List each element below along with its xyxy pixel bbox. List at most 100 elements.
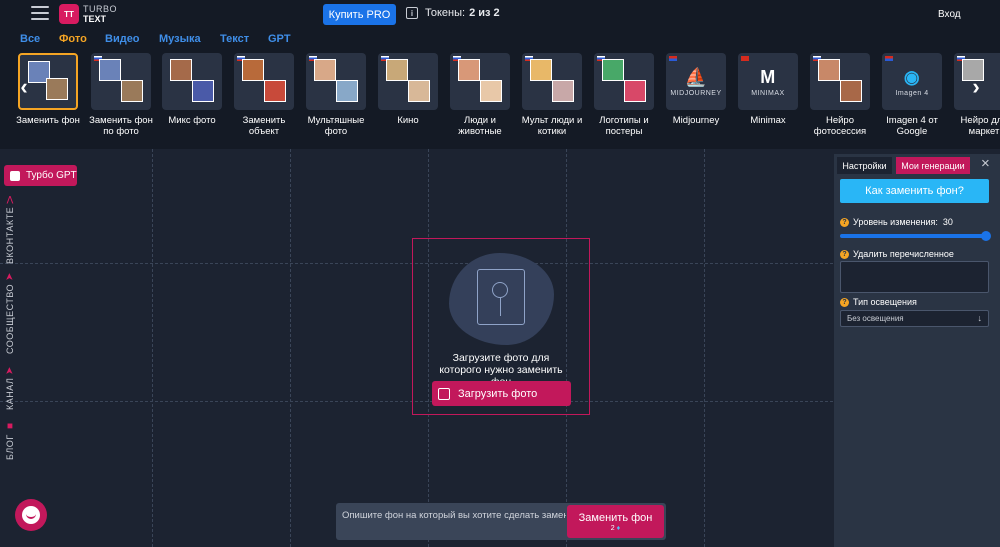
logo-text: TURBO TEXT: [83, 4, 117, 24]
top-header: TT TURBO TEXT Купить PRO i Токены: 2 из …: [0, 0, 1000, 30]
tool-thumbnail: M MINIMAX: [738, 53, 798, 110]
image-icon: [438, 387, 450, 400]
remove-items-textarea[interactable]: [840, 261, 989, 293]
community-link[interactable]: СООБЩЕСТВО ➤: [2, 272, 18, 354]
tool-neuro-photoshoot[interactable]: Нейро фотосессия: [805, 53, 875, 137]
tab-my-generations[interactable]: Мои генерации: [896, 157, 970, 174]
logo-line1: TURBO: [83, 4, 117, 14]
help-icon[interactable]: ?: [840, 297, 849, 307]
tool-label: Imagen 4 от Google: [886, 115, 938, 137]
tool-cinema[interactable]: Кино: [373, 53, 443, 126]
tool-cartoon-people-cats[interactable]: Мульт люди и котики: [517, 53, 587, 137]
telegram-icon: ➤: [4, 272, 16, 281]
tool-thumbnail: [378, 53, 438, 110]
tool-thumbnail: [810, 53, 870, 110]
help-icon[interactable]: ?: [840, 249, 849, 259]
tool-thumbnail: [594, 53, 654, 110]
buy-pro-button[interactable]: Купить PRO: [323, 4, 396, 25]
logo[interactable]: TT TURBO TEXT: [59, 4, 117, 24]
tool-mix-photo[interactable]: Микс фото: [157, 53, 227, 126]
background-prompt-input[interactable]: [336, 503, 566, 540]
grid-line: [290, 149, 291, 547]
tool-label: Мульт люди и котики: [521, 115, 583, 137]
tool-label: Кино: [397, 115, 419, 126]
how-to-replace-button[interactable]: Как заменить фон?: [840, 179, 989, 203]
tool-label: Minimax: [750, 115, 786, 126]
settings-panel: Настройки Мои генерации × Как заменить ф…: [834, 154, 1000, 547]
change-level-value: 30: [942, 217, 953, 227]
menu-icon[interactable]: [31, 6, 49, 22]
tokens-counter: i Токены: 2 из 2: [406, 7, 500, 19]
blog-label: БЛОГ: [5, 434, 15, 460]
tool-thumbnail: ◉ Imagen 4: [882, 53, 942, 110]
image-upload-icon: [477, 269, 525, 325]
lighting-label: ? Тип освещения: [840, 297, 917, 307]
tokens-value: 2 из 2: [469, 7, 500, 19]
tool-thumbnail: [306, 53, 366, 110]
logo-mark: TT: [59, 4, 79, 24]
info-icon[interactable]: i: [406, 7, 418, 19]
tool-people-animals[interactable]: Люди и животные: [445, 53, 515, 137]
tool-thumbnail: [450, 53, 510, 110]
tab-gpt[interactable]: GPT: [268, 33, 291, 45]
vk-link[interactable]: ВКОНТАКТЕ ᐯ: [2, 192, 18, 264]
change-level-slider[interactable]: [840, 231, 991, 241]
tool-thumbnail: [234, 53, 294, 110]
remove-text: Удалить перечисленное: [853, 249, 954, 259]
turbo-gpt-button[interactable]: Турбо GPT: [4, 165, 77, 186]
tab-music[interactable]: Музыка: [159, 33, 201, 45]
replace-button-label: Заменить фон: [578, 512, 653, 524]
turbo-gpt-label: Турбо GPT: [26, 170, 77, 181]
tool-midjourney[interactable]: ⛵ MIDJOURNEY Midjourney: [661, 53, 731, 126]
cost-badge: 2 ♦: [567, 525, 664, 532]
logo-line2: TEXT: [83, 14, 107, 24]
upload-photo-button[interactable]: Загрузить фото: [432, 381, 571, 406]
tool-logos-posters[interactable]: Логотипы и постеры: [589, 53, 659, 137]
category-tabs: Все Фото Видео Музыка Текст GPT: [0, 30, 1000, 50]
tab-photo[interactable]: Фото: [59, 33, 87, 45]
tab-video[interactable]: Видео: [105, 33, 140, 45]
grid-line: [152, 149, 153, 547]
tool-replace-bg-by-photo[interactable]: Заменить фон по фото: [86, 53, 156, 137]
brand-logo: M MINIMAX: [751, 67, 785, 97]
tab-text[interactable]: Текст: [220, 33, 249, 45]
tool-label: Заменить фон по фото: [89, 115, 153, 137]
tool-label: Заменить объект: [242, 115, 286, 137]
blog-icon: ■: [4, 419, 16, 432]
cost-value: 2: [610, 525, 615, 532]
tool-label: Логотипы и постеры: [599, 115, 649, 137]
lighting-select[interactable]: Без освещения ↓: [840, 310, 989, 327]
tool-label: Заменить фон: [16, 115, 80, 126]
brand-logo: ⛵ MIDJOURNEY: [670, 67, 722, 97]
grid-line: [704, 149, 705, 547]
tool-cartoon-photo[interactable]: Мультяшные фото: [301, 53, 371, 137]
upload-dropzone[interactable]: Загрузите фото для которого нужно замени…: [412, 238, 590, 415]
tool-thumbnail: [162, 53, 222, 110]
tool-minimax[interactable]: M MINIMAX Minimax: [733, 53, 803, 126]
tool-label: Микс фото: [168, 115, 216, 126]
brand-logo: ◉ Imagen 4: [895, 67, 929, 97]
change-level-label: ? Уровень изменения: 30: [840, 217, 953, 227]
tool-label: Нейро для маркет: [960, 115, 1000, 137]
chat-icon: [22, 506, 40, 524]
robot-icon: [10, 170, 20, 181]
tab-settings[interactable]: Настройки: [837, 157, 892, 174]
tool-thumbnail: [91, 53, 151, 110]
tool-imagen4[interactable]: ◉ Imagen 4 Imagen 4 от Google: [877, 53, 947, 137]
vk-icon: ᐯ: [4, 192, 16, 204]
vk-label: ВКОНТАКТЕ: [5, 206, 15, 264]
tab-all[interactable]: Все: [20, 33, 40, 45]
slider-handle[interactable]: [981, 231, 991, 241]
chat-support-button[interactable]: [15, 499, 47, 531]
chevron-right-icon[interactable]: ›: [966, 72, 986, 102]
gem-icon: ♦: [616, 525, 621, 532]
help-icon[interactable]: ?: [840, 217, 849, 227]
tool-replace-object[interactable]: Заменить объект: [229, 53, 299, 137]
replace-background-button[interactable]: Заменить фон 2 ♦: [567, 505, 664, 538]
login-link[interactable]: Вход: [938, 9, 961, 20]
tool-thumbnail: ⛵ MIDJOURNEY: [666, 53, 726, 110]
close-icon[interactable]: ×: [981, 155, 990, 172]
channel-link[interactable]: КАНАЛ ➤: [2, 360, 18, 410]
blog-link[interactable]: БЛОГ ■: [2, 420, 18, 460]
chevron-left-icon[interactable]: ‹: [14, 72, 34, 102]
